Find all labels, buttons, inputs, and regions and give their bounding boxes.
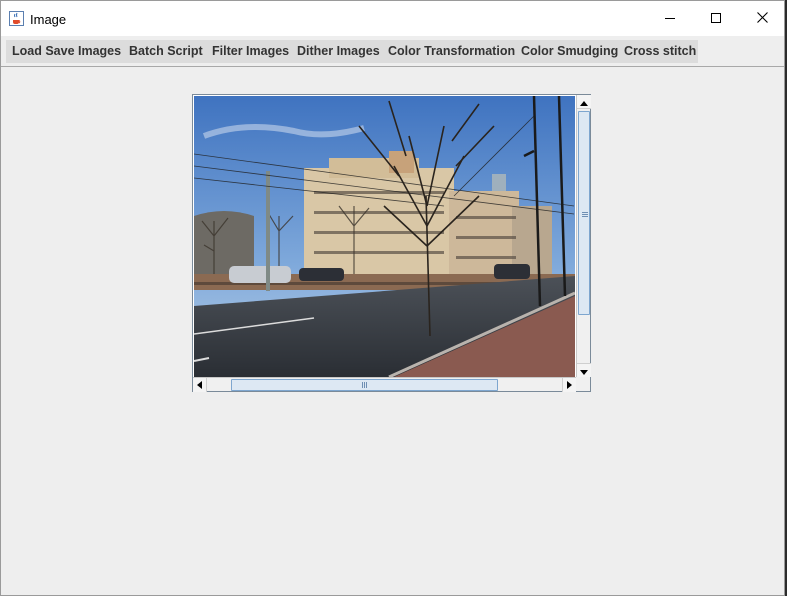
grip-icon: [362, 382, 367, 388]
arrow-left-icon: [197, 376, 202, 394]
maximize-button[interactable]: [693, 1, 739, 36]
close-button[interactable]: [739, 1, 785, 36]
minimize-button[interactable]: [647, 1, 693, 36]
minimize-icon: [665, 10, 675, 28]
menu-color-smudging[interactable]: Color Smudging: [521, 40, 618, 63]
horizontal-scroll-thumb[interactable]: [231, 379, 498, 391]
scroll-down-button[interactable]: [577, 363, 591, 377]
image-scroll-pane[interactable]: [192, 94, 591, 392]
menu-cross-stitch[interactable]: Cross stitch: [624, 40, 696, 63]
arrow-right-icon: [567, 376, 572, 394]
maximize-icon: [711, 10, 721, 28]
menu-dither-images[interactable]: Dither Images: [297, 40, 380, 63]
arrow-up-icon: [580, 93, 588, 111]
menu-strip: Load Save Images Batch Script Filter Ima…: [6, 40, 698, 63]
scroll-left-button[interactable]: [193, 378, 207, 392]
vertical-scrollbar[interactable]: [576, 95, 591, 377]
menu-load-save-images[interactable]: Load Save Images: [12, 40, 121, 63]
image-viewport[interactable]: [194, 96, 575, 377]
window-title: Image: [30, 12, 67, 27]
menu-color-transformation[interactable]: Color Transformation: [388, 40, 515, 63]
scroll-right-button[interactable]: [562, 378, 576, 392]
menu-bar: Load Save Images Batch Script Filter Ima…: [1, 36, 784, 67]
vertical-scroll-thumb[interactable]: [578, 111, 590, 315]
menu-batch-script[interactable]: Batch Script: [129, 40, 203, 63]
menu-filter-images[interactable]: Filter Images: [212, 40, 289, 63]
grip-icon: [582, 212, 588, 217]
scroll-up-button[interactable]: [577, 95, 591, 109]
street-photo: [194, 96, 575, 377]
title-bar[interactable]: Image: [1, 1, 784, 36]
java-cup-icon: [9, 11, 24, 26]
horizontal-scrollbar[interactable]: [193, 377, 576, 392]
content-pane: [1, 68, 784, 595]
app-window: Image Load Save Images Batch Script Filt…: [0, 0, 785, 596]
scrollbar-corner: [576, 377, 590, 391]
close-icon: [756, 10, 768, 28]
